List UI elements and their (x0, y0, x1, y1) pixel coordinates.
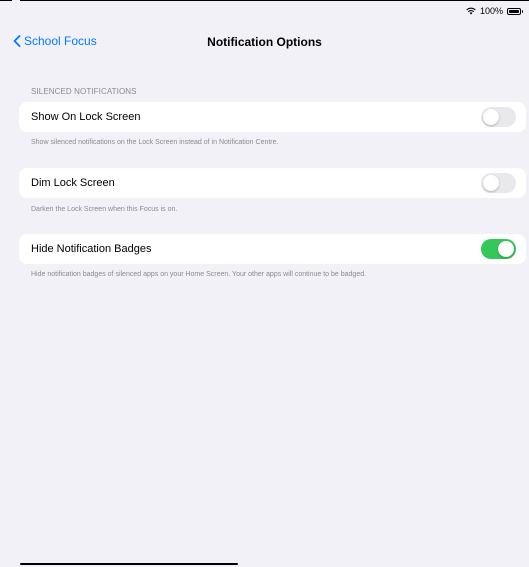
toggle-knob (483, 109, 499, 125)
row-label: Dim Lock Screen (31, 177, 115, 189)
row-label: Hide Notification Badges (31, 243, 152, 255)
show-on-lock-screen-toggle[interactable] (481, 107, 516, 127)
toggle-knob (498, 241, 514, 257)
battery-percentage: 100% (479, 6, 503, 16)
row-show-on-lock-screen: Show On Lock Screen (19, 102, 526, 132)
row-footer: Darken the Lock Screen when this Focus i… (31, 206, 178, 213)
home-indicator[interactable] (20, 563, 238, 565)
top-border-left (0, 0, 12, 1)
row-label: Show On Lock Screen (31, 111, 141, 123)
top-border-right (20, 0, 529, 1)
row-footer: Show silenced notifications on the Lock … (31, 139, 279, 146)
row-dim-lock-screen: Dim Lock Screen (19, 168, 526, 198)
status-bar: 100% (466, 4, 523, 18)
battery-icon (507, 7, 523, 15)
row-hide-notification-badges: Hide Notification Badges (19, 234, 526, 264)
page-title: Notification Options (207, 35, 322, 49)
toggle-knob (483, 175, 499, 191)
navigation-bar: School Focus Notification Options (0, 30, 529, 54)
wifi-icon (466, 7, 476, 15)
settings-screen: 100% School Focus Notification Options S… (0, 0, 529, 567)
row-footer: Hide notification badges of silenced app… (31, 271, 367, 278)
hide-notification-badges-toggle[interactable] (481, 239, 516, 259)
section-header: SILENCED NOTIFICATIONS (31, 87, 137, 96)
dim-lock-screen-toggle[interactable] (481, 173, 516, 193)
